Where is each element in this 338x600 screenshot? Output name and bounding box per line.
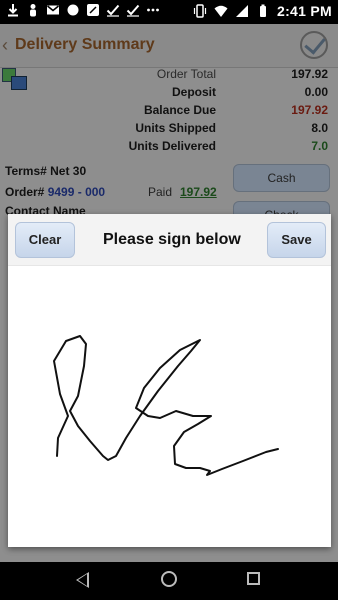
app-header: ‹ Delivery Summary — [0, 24, 338, 68]
summary-label: Balance Due — [143, 103, 216, 117]
circle-icon — [67, 4, 79, 16]
vibrate-icon — [193, 4, 207, 18]
more-icon — [147, 8, 159, 12]
check-logo-icon — [300, 31, 328, 59]
page-title: Delivery Summary — [15, 36, 155, 53]
nav-back-icon[interactable] — [76, 572, 89, 588]
summary-label: Order Total — [156, 67, 216, 81]
paid-value: 197.92 — [180, 185, 217, 199]
summary-label: Deposit — [171, 85, 216, 99]
summary-value: 8.0 — [311, 121, 328, 135]
maps-icon — [87, 4, 99, 16]
check-icon — [106, 4, 120, 17]
check-icon — [126, 4, 140, 17]
summary-row-units-shipped: Units Shipped 8.0 — [0, 120, 338, 138]
download-icon — [8, 4, 18, 17]
order-label: Order# — [5, 185, 45, 199]
summary-value: 0.00 — [304, 85, 328, 99]
summary-row-balance-due: Balance Due 197.92 — [0, 102, 338, 120]
signature-pad[interactable] — [8, 266, 331, 547]
order-number-value: 9499 - 000 — [47, 185, 106, 199]
paid-label: Paid — [148, 185, 173, 199]
summary-value: 197.92 — [291, 67, 328, 81]
summary-label: Units Shipped — [135, 121, 216, 135]
dialog-header: Clear Please sign below Save — [8, 214, 331, 266]
terms-text: Terms# Net 30 — [5, 164, 87, 178]
status-bar: 2:41 PM — [0, 0, 338, 24]
status-time: 2:41 PM — [276, 3, 332, 19]
summary-row-units-delivered: Units Delivered 7.0 — [0, 138, 338, 156]
nav-home-icon[interactable] — [161, 571, 177, 587]
summary-row-deposit: Deposit 0.00 — [0, 84, 338, 102]
person-icon — [30, 4, 36, 17]
summary-value: 197.92 — [291, 103, 328, 117]
clear-button[interactable]: Clear — [15, 222, 75, 258]
signal-icon — [235, 5, 248, 17]
signature-stroke — [53, 335, 279, 476]
summary-value: 7.0 — [311, 139, 328, 153]
notification-icons — [6, 3, 160, 17]
cash-button[interactable]: Cash — [233, 164, 330, 192]
back-chevron-icon[interactable]: ‹ — [2, 35, 8, 56]
nav-bar — [0, 562, 338, 600]
order-number: Order# 9499 - 000 — [5, 185, 105, 199]
battery-icon — [259, 4, 266, 17]
nav-recents-icon[interactable] — [247, 572, 260, 585]
dialog-title: Please sign below — [103, 231, 241, 248]
save-button[interactable]: Save — [267, 222, 326, 258]
wifi-icon — [214, 5, 228, 17]
summary-label: Units Delivered — [128, 139, 216, 153]
signature-dialog: Clear Please sign below Save — [8, 214, 331, 547]
summary-row-order-total: Order Total 197.92 — [0, 66, 338, 84]
system-icons: 2:41 PM — [193, 3, 332, 19]
gmail-icon — [47, 5, 59, 15]
